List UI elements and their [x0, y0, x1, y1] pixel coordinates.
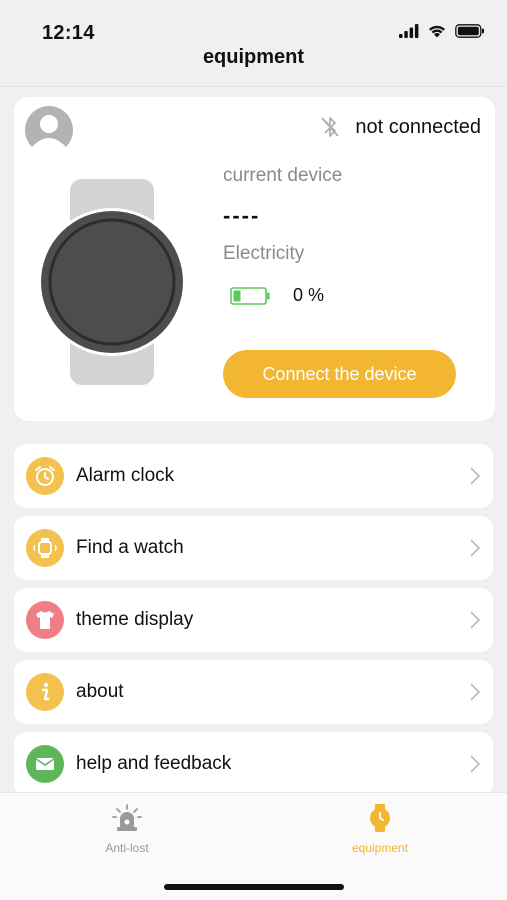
watch-icon — [26, 529, 64, 567]
menu-label: about — [76, 681, 124, 702]
menu-label: help and feedback — [76, 753, 232, 774]
watch-illustration — [38, 179, 186, 385]
chevron-right-icon — [470, 467, 481, 485]
menu-label: Find a watch — [76, 537, 184, 558]
connect-device-button[interactable]: Connect the device — [223, 350, 456, 398]
chevron-right-icon — [470, 755, 481, 773]
current-device-label: current device — [223, 165, 343, 186]
connection-status: not connected — [319, 115, 481, 139]
alarm-light-icon — [112, 804, 142, 831]
tab-label: Anti-lost — [105, 841, 149, 855]
signal-icon — [399, 24, 419, 38]
tshirt-icon — [26, 601, 64, 639]
bluetooth-off-icon — [321, 117, 340, 137]
chevron-right-icon — [470, 611, 481, 629]
menu-item-theme-display[interactable]: theme display — [14, 588, 493, 652]
mail-icon — [26, 745, 64, 783]
page-title: equipment — [202, 46, 305, 68]
chevron-right-icon — [470, 683, 481, 701]
alarm-clock-icon — [26, 457, 64, 495]
nav-divider — [0, 86, 507, 87]
menu-label: Alarm clock — [76, 465, 175, 486]
menu-item-alarm-clock[interactable]: Alarm clock — [14, 444, 493, 508]
home-indicator — [164, 884, 344, 890]
info-icon — [26, 673, 64, 711]
avatar[interactable] — [24, 105, 74, 155]
menu-item-about[interactable]: about — [14, 660, 493, 724]
menu-item-help-feedback[interactable]: help and feedback — [14, 732, 493, 796]
tab-anti-lost[interactable]: Anti-lost — [67, 793, 187, 863]
battery-percent: 0 % — [293, 285, 325, 305]
tab-label: equipment — [351, 841, 409, 855]
device-name: ---- — [223, 203, 261, 228]
connection-status-text: not connected — [355, 115, 481, 138]
status-bar: 12:14 — [0, 0, 507, 50]
menu-item-find-watch[interactable]: Find a watch — [14, 516, 493, 580]
battery-status-icon — [455, 24, 484, 38]
status-time: 12:14 — [42, 22, 95, 44]
tab-equipment[interactable]: equipment — [320, 793, 440, 863]
electricity-label: Electricity — [223, 243, 305, 264]
battery-icon — [230, 287, 270, 305]
chevron-right-icon — [470, 539, 481, 557]
device-card: not connected current device ---- Electr… — [14, 97, 495, 421]
wifi-icon — [429, 25, 445, 38]
watch-icon — [370, 804, 390, 832]
menu-label: theme display — [76, 609, 194, 630]
status-icons — [399, 24, 485, 38]
